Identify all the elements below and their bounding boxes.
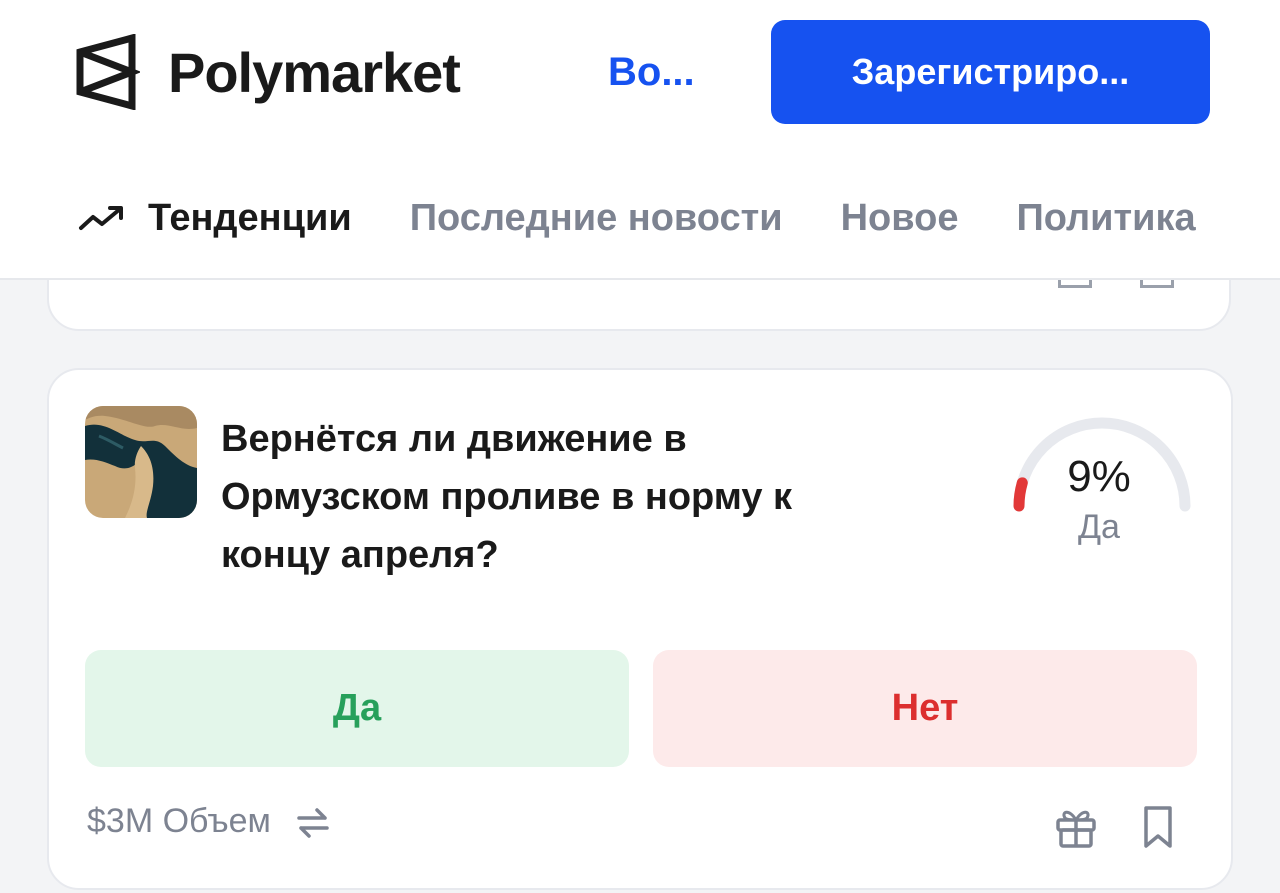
chance-percent: 9%	[1067, 452, 1131, 501]
tab-label: Новое	[840, 196, 959, 239]
tab-label: Политика	[1016, 196, 1196, 239]
tab-trending[interactable]: Тенденции	[78, 197, 352, 240]
gift-icon[interactable]	[1053, 804, 1099, 850]
polymarket-logo-icon	[76, 34, 140, 110]
login-link[interactable]: Во...	[608, 50, 695, 95]
repeat-icon[interactable]	[293, 804, 333, 840]
market-card[interactable]: Вернётся ли движение в Ормузском проливе…	[47, 368, 1233, 890]
brand-name: Polymarket	[168, 40, 461, 104]
chance-label: Да	[1078, 508, 1120, 546]
market-thumbnail[interactable]	[85, 406, 197, 518]
category-nav: Тенденции Последние новости Новое Полити…	[78, 188, 1280, 248]
tab-breaking-news[interactable]: Последние новости	[410, 197, 783, 240]
market-question[interactable]: Вернётся ли движение в Ормузском проливе…	[221, 410, 841, 584]
nav-fade-overlay	[1200, 188, 1280, 248]
satellite-map-image	[85, 406, 197, 518]
trending-up-icon	[79, 206, 123, 230]
tab-label: Последние новости	[409, 196, 783, 239]
market-footer: $3M Объем	[87, 802, 333, 841]
volume-text: $3M Объем	[87, 802, 271, 840]
signup-button[interactable]: Зарегистриро...	[771, 20, 1210, 124]
buy-no-button[interactable]: Нет	[653, 650, 1197, 767]
bookmark-icon[interactable]	[1139, 804, 1177, 850]
tab-label: Тенденции	[148, 196, 352, 239]
tab-new[interactable]: Новое	[841, 197, 959, 240]
logo[interactable]: Polymarket	[74, 34, 461, 110]
tab-politics[interactable]: Политика	[1016, 197, 1195, 240]
buy-yes-button[interactable]: Да	[85, 650, 629, 767]
gauge-fill	[1013, 477, 1028, 512]
header: Polymarket Во... Зарегистриро... Тенденц…	[0, 0, 1280, 280]
